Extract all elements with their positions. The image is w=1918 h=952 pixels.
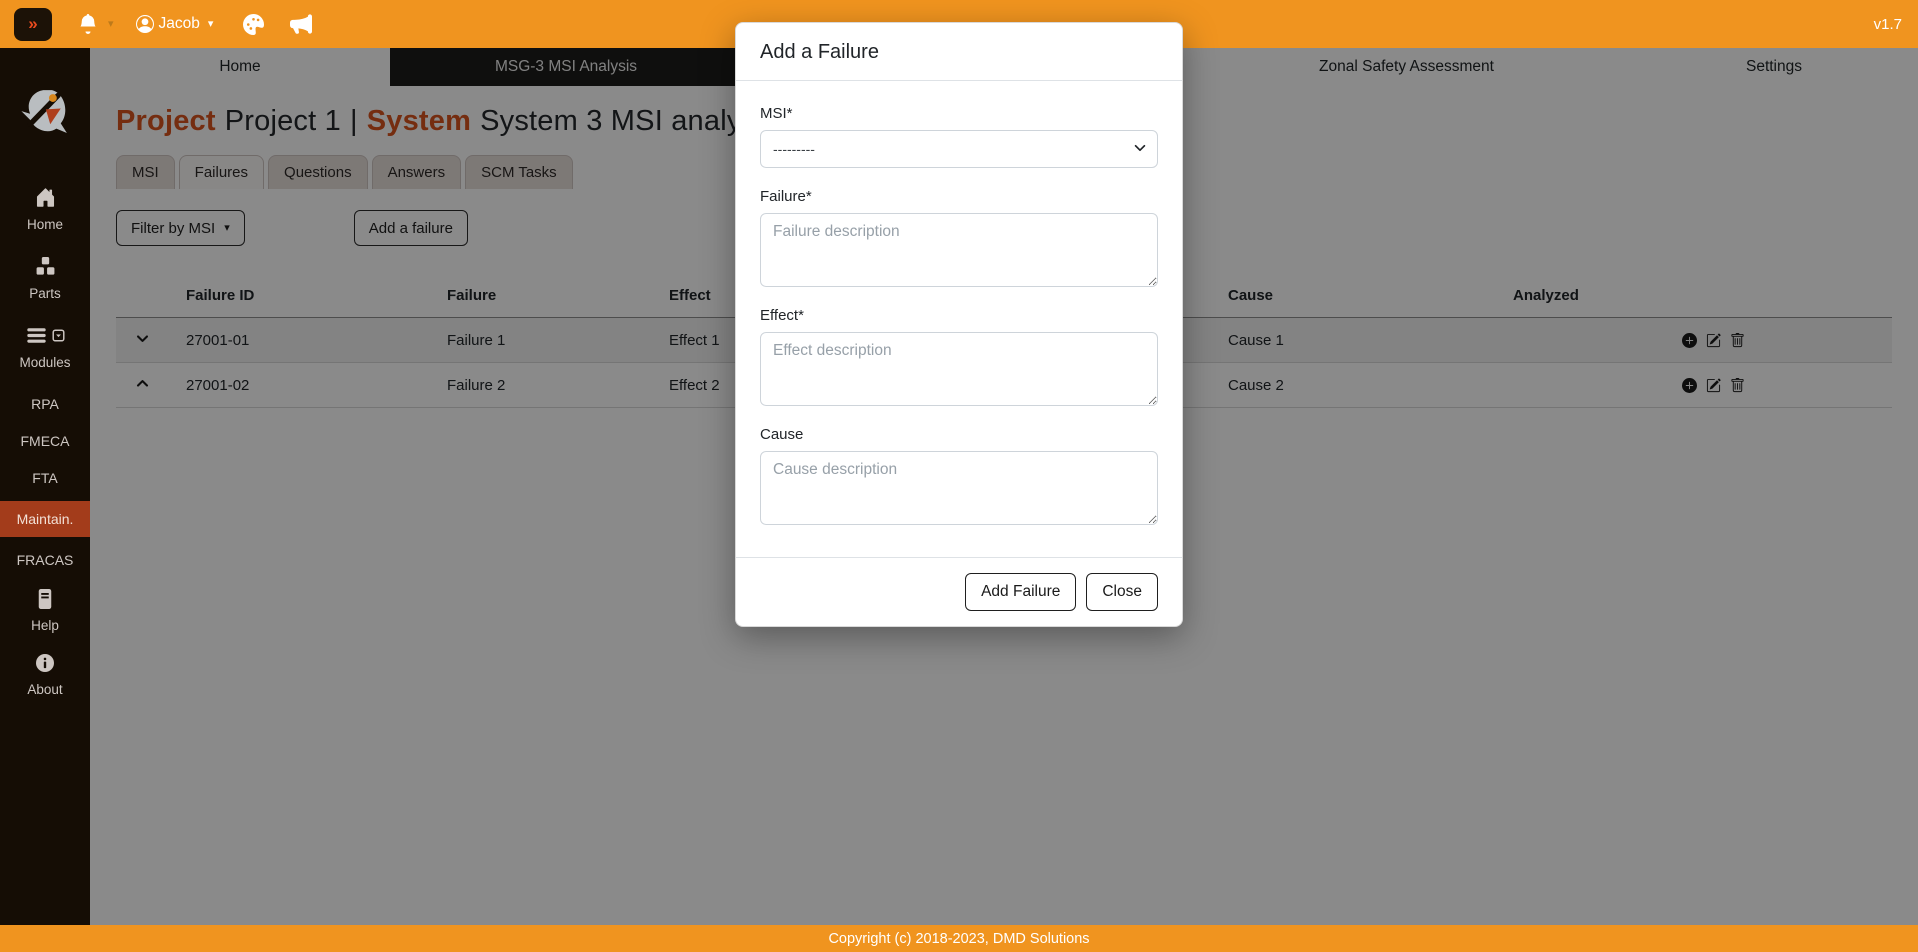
sidebar-item-fracas[interactable]: FRACAS	[0, 552, 90, 568]
sidebar-item-label: Home	[27, 217, 63, 232]
sidebar-item-label: FRACAS	[17, 552, 74, 568]
sidebar-item-rpa[interactable]: RPA	[0, 396, 90, 412]
msi-field: MSI* ---------	[760, 105, 1158, 168]
failure-field: Failure*	[760, 188, 1158, 287]
sidebar-collapse-button[interactable]: »	[14, 8, 52, 41]
msi-select[interactable]: ---------	[760, 130, 1158, 168]
msi-label: MSI*	[760, 105, 1158, 122]
add-failure-modal: Add a Failure MSI* --------- Failure* Ef…	[735, 22, 1183, 627]
add-failure-submit-button[interactable]: Add Failure	[965, 573, 1076, 611]
cause-description-textarea[interactable]	[760, 451, 1158, 525]
modules-icon	[26, 325, 47, 351]
sidebar-item-label: FMECA	[21, 433, 70, 449]
caret-down-icon: ▾	[108, 19, 114, 30]
modules-dropdown-icon[interactable]	[52, 329, 65, 347]
megaphone-icon[interactable]	[290, 13, 312, 35]
sidebar-item-home[interactable]: Home	[0, 187, 90, 232]
sidebar: Home Parts Modules RPA FMECA FTA Maintai…	[0, 48, 90, 925]
close-button[interactable]: Close	[1086, 573, 1158, 611]
user-name: Jacob	[159, 15, 200, 33]
effect-label: Effect*	[760, 307, 1158, 324]
home-icon	[35, 187, 56, 213]
user-menu[interactable]: Jacob ▾	[136, 15, 214, 33]
sidebar-item-help[interactable]: Help	[0, 589, 90, 633]
modal-footer: Add Failure Close	[736, 557, 1182, 626]
person-icon	[136, 15, 154, 33]
copyright-text: Copyright (c) 2018-2023, DMD Solutions	[828, 931, 1089, 947]
sidebar-item-label: Help	[31, 618, 59, 633]
help-book-icon	[35, 589, 55, 614]
cause-field: Cause	[760, 426, 1158, 525]
sidebar-item-label: FTA	[32, 470, 57, 486]
about-info-icon	[35, 653, 55, 678]
sidebar-item-fmeca[interactable]: FMECA	[0, 433, 90, 449]
sidebar-item-label: About	[27, 682, 62, 697]
footer-bar: Copyright (c) 2018-2023, DMD Solutions	[0, 925, 1918, 952]
sidebar-item-about[interactable]: About	[0, 653, 90, 697]
sidebar-item-label: Parts	[29, 286, 61, 301]
app-version: v1.7	[1874, 16, 1902, 33]
notifications-menu[interactable]: ▾	[78, 14, 114, 34]
sidebar-item-fta[interactable]: FTA	[0, 470, 90, 486]
cause-label: Cause	[760, 426, 1158, 443]
failure-label: Failure*	[760, 188, 1158, 205]
double-chevron-icon: »	[28, 14, 37, 34]
app-logo-bird-icon[interactable]	[17, 84, 73, 145]
sidebar-item-label: Maintain.	[17, 511, 74, 527]
palette-icon[interactable]	[243, 14, 264, 35]
modal-body: MSI* --------- Failure* Effect* Cause	[736, 81, 1182, 557]
caret-down-icon: ▾	[208, 19, 214, 30]
sidebar-item-parts[interactable]: Parts	[0, 256, 90, 301]
sidebar-item-maintain-active[interactable]: Maintain.	[0, 501, 90, 537]
failure-description-textarea[interactable]	[760, 213, 1158, 287]
effect-field: Effect*	[760, 307, 1158, 406]
sidebar-item-modules[interactable]: Modules	[0, 325, 90, 370]
sidebar-item-label: Modules	[19, 355, 70, 370]
modal-title: Add a Failure	[736, 23, 1182, 81]
sidebar-item-label: RPA	[31, 396, 59, 412]
effect-description-textarea[interactable]	[760, 332, 1158, 406]
bell-icon	[78, 14, 98, 34]
parts-icon	[35, 256, 56, 282]
